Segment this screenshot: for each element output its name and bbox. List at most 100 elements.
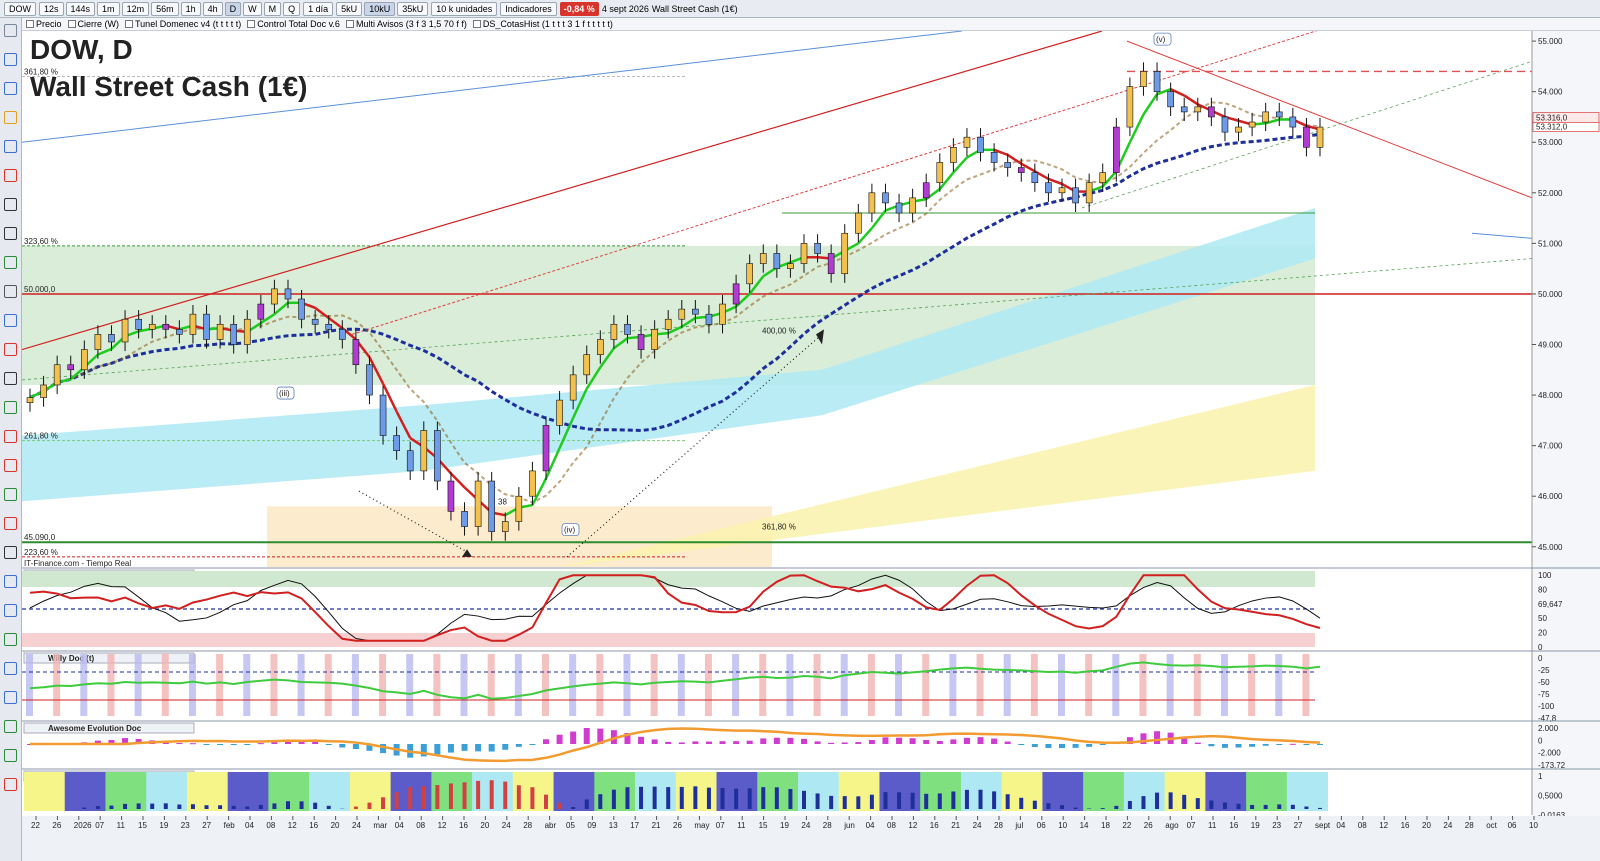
drawing-tool-icon[interactable]: [4, 633, 17, 646]
barra-strength: [82, 807, 87, 809]
drawing-tool-icon[interactable]: [4, 53, 17, 66]
barra-strength: [652, 786, 657, 809]
checkbox-icon[interactable]: [345, 20, 354, 28]
candle-body: [1085, 182, 1093, 204]
drawing-tool-icon[interactable]: [4, 459, 17, 472]
barra-strength: [1236, 803, 1241, 809]
main-chart[interactable]: 361,80 % 323,60 % 50.000,0 261,80 % 45.090,0…: [22, 31, 1600, 861]
drawing-tool-icon[interactable]: [4, 488, 17, 501]
awesome-bar: [868, 739, 875, 744]
indicator-toggle[interactable]: DS_CotasHist (1 t t t 3 1 f t t t t t): [472, 19, 613, 29]
drawing-tool-icon[interactable]: [4, 691, 17, 704]
awesome-bar: [882, 737, 889, 744]
drawing-tool-icon[interactable]: [4, 749, 17, 762]
x-tick-label: 10: [1529, 821, 1538, 830]
willy-bar: [324, 654, 332, 716]
y-tick-label: 50.000: [1538, 290, 1563, 299]
pane-axis-label: -47,8: [1538, 714, 1557, 723]
checkbox-icon[interactable]: [472, 20, 481, 28]
drawing-tool-icon[interactable]: [4, 517, 17, 530]
timeframe-button-56m[interactable]: 56m: [151, 1, 179, 16]
drawing-tool-icon[interactable]: [4, 140, 17, 153]
timeframe-button-W[interactable]: W: [243, 1, 262, 16]
candle-body: [393, 435, 400, 451]
drawing-tool-icon[interactable]: [4, 169, 17, 182]
drawing-tool-icon[interactable]: [4, 198, 17, 211]
indicator-toggle[interactable]: Multi Avisos (3 f 3 1,5 70 f f): [345, 19, 467, 29]
candle-body: [447, 480, 455, 512]
x-tick-label: 28: [994, 821, 1003, 830]
drawing-tool-icon[interactable]: [4, 372, 17, 385]
drawing-tool-icon[interactable]: [4, 430, 17, 443]
pane-axis-label: 0: [1538, 654, 1543, 663]
price-tag-label: 53.316,0: [1536, 114, 1568, 123]
drawing-tool-icon[interactable]: [4, 82, 17, 95]
drawing-tool-icon[interactable]: [4, 401, 17, 414]
drawing-tool-icon[interactable]: [4, 343, 17, 356]
y-tick-label: 54.000: [1538, 88, 1563, 97]
willy-bar: [895, 654, 903, 716]
drawing-tool-icon[interactable]: [4, 285, 17, 298]
volume-button-5kU[interactable]: 5kU: [336, 1, 363, 16]
barra-strength: [910, 792, 915, 809]
checkbox-icon[interactable]: [67, 20, 76, 28]
barra-strength: [1168, 792, 1173, 809]
drawing-tool-icon[interactable]: [4, 778, 17, 791]
y-tick-label: 46.000: [1538, 492, 1563, 501]
indicator-toggle[interactable]: Control Total Doc v.6: [247, 19, 340, 29]
timeframe-button-D[interactable]: D: [224, 1, 242, 16]
barra-strength: [204, 805, 209, 809]
candle-body: [26, 397, 34, 403]
timeframe-button-1h[interactable]: 1h: [180, 1, 201, 16]
timeframe-button-1m[interactable]: 1m: [97, 1, 120, 16]
candle-body: [732, 283, 740, 305]
drawing-tool-icon[interactable]: [4, 720, 17, 733]
indicators-button[interactable]: Indicadores: [500, 1, 557, 16]
symbol-selector[interactable]: DOW: [4, 1, 36, 16]
drawing-tool-icon[interactable]: [4, 227, 17, 240]
candle-body: [148, 323, 156, 330]
indicator-bar: Precio Cierre (W) Tunel Domenec v4 (t t t …: [22, 18, 1600, 31]
timeframe-button-M[interactable]: M: [263, 1, 282, 16]
awesome-bar: [488, 744, 495, 752]
barra-strength: [1304, 806, 1309, 809]
barra-strength: [1222, 802, 1227, 809]
drawing-tool-icon[interactable]: [4, 575, 17, 588]
checkbox-icon[interactable]: [26, 20, 34, 28]
drawing-tool-icon[interactable]: [4, 24, 17, 37]
drawing-tool-icon[interactable]: [4, 662, 17, 675]
candle-body: [1153, 71, 1161, 92]
barra-bar: [51, 772, 66, 811]
indicator-toggle[interactable]: Tunel Domenec v4 (t t t t t): [125, 19, 241, 29]
checkbox-icon[interactable]: [125, 20, 134, 28]
candle-body: [1004, 162, 1011, 168]
timeframe-button-4h[interactable]: 4h: [202, 1, 223, 16]
timeframe-button-12m[interactable]: 12m: [121, 1, 150, 16]
candle-body: [1072, 187, 1079, 204]
x-tick-label: 12: [288, 821, 297, 830]
timeframe-button-Q[interactable]: Q: [283, 1, 301, 16]
willy-bar: [976, 654, 984, 716]
willy-bar: [514, 654, 522, 716]
period-selector[interactable]: 1 día: [303, 1, 334, 16]
drawing-tool-icon[interactable]: [4, 111, 17, 124]
timeframe-button-144s[interactable]: 144s: [65, 1, 96, 16]
barra-bar: [37, 772, 52, 811]
drawing-tool-icon[interactable]: [4, 604, 17, 617]
candle-body: [53, 364, 61, 386]
timeframe-button-12s[interactable]: 12s: [39, 1, 64, 16]
volume-button-10kU[interactable]: 10kU: [364, 1, 396, 16]
drawing-tool-icon[interactable]: [4, 256, 17, 269]
volume-button-35kU[interactable]: 35kU: [397, 1, 429, 16]
units-selector[interactable]: 10 k unidades: [431, 1, 498, 16]
drawing-tool-icon[interactable]: [4, 314, 17, 327]
indicator-toggle[interactable]: Cierre (W): [67, 19, 119, 29]
source-label: IT-Finance.com - Tiempo Real: [24, 559, 131, 568]
awesome-bar: [651, 739, 658, 744]
barra-strength: [150, 803, 155, 809]
drawing-tool-icon[interactable]: [4, 546, 17, 559]
chart-title-line1: DOW, D: [30, 34, 133, 65]
indicator-toggle[interactable]: Precio: [26, 19, 62, 29]
checkbox-icon[interactable]: [247, 20, 256, 28]
candle-body: [1262, 111, 1269, 123]
